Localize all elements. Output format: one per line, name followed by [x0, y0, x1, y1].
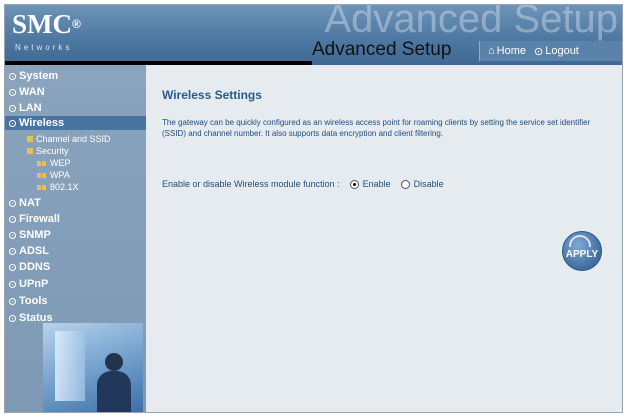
bullet-icon [9, 119, 16, 127]
sidebar-item-lan[interactable]: LAN [9, 101, 42, 115]
double-bullet-icon [37, 172, 47, 178]
logo-subtitle: Networks [15, 43, 73, 52]
header: SMC® Networks Advanced Setup Advanced Se… [5, 5, 622, 65]
router-admin-window: SMC® Networks Advanced Setup Advanced Se… [4, 4, 623, 413]
enable-radio-label: Enable [362, 179, 391, 189]
bullet-icon [9, 280, 16, 288]
wireless-module-row: Enable or disable Wireless module functi… [162, 179, 454, 189]
sidebar-item-label: Firewall [19, 213, 60, 225]
logout-link[interactable]: ⊙ Logout [534, 45, 579, 58]
photo-person-body [97, 371, 131, 412]
enable-radio[interactable] [349, 179, 359, 189]
page-title: Wireless Settings [162, 88, 262, 102]
sidebar-item-wireless[interactable]: Wireless [5, 116, 146, 130]
bullet-icon [9, 88, 16, 96]
sidebar-item-firewall[interactable]: Firewall [9, 212, 60, 226]
submenu-8021x[interactable]: 802.1X [37, 182, 79, 192]
apply-ring-icon [569, 235, 591, 247]
sidebar-item-label: UPnP [19, 278, 49, 290]
square-bullet-icon [27, 148, 33, 154]
submenu-label: WPA [50, 170, 70, 180]
double-bullet-icon [37, 184, 47, 190]
submenu-label: Security [36, 146, 69, 156]
sidebar-item-nat[interactable]: NAT [9, 196, 41, 210]
square-bullet-icon [27, 136, 33, 142]
bullet-icon [9, 297, 16, 305]
sidebar-item-label: WAN [19, 86, 45, 98]
logout-label: Logout [545, 45, 579, 57]
sidebar-item-label: NAT [19, 197, 41, 209]
header-watermark: Advanced Setup [324, 4, 618, 41]
submenu-wpa[interactable]: WPA [37, 170, 70, 180]
sidebar-item-label: LAN [19, 102, 42, 114]
sidebar-item-snmp[interactable]: SNMP [9, 228, 51, 242]
sidebar-item-system[interactable]: System [9, 69, 58, 83]
bullet-icon [9, 263, 16, 271]
sidebar: System WAN LAN Wireless Channel and SSID… [5, 65, 146, 412]
sidebar-item-adsl[interactable]: ADSL [9, 244, 49, 258]
sidebar-item-label: System [19, 70, 59, 82]
page-description: The gateway can be quickly configured as… [162, 118, 591, 138]
submenu-label: WEP [50, 158, 71, 168]
sidebar-photo [43, 323, 143, 412]
sidebar-item-upnp[interactable]: UPnP [9, 277, 48, 291]
bullet-icon [9, 231, 16, 239]
main-content: Wireless Settings The gateway can be qui… [146, 65, 622, 412]
disable-radio-label: Disable [413, 179, 444, 189]
home-link[interactable]: ⌂ Home [488, 45, 526, 57]
sidebar-item-label: DDNS [19, 261, 51, 273]
bullet-icon [9, 104, 16, 112]
submenu-label: Channel and SSID [36, 134, 111, 144]
sidebar-item-label: Wireless [19, 117, 65, 129]
page-header-title: Advanced Setup [312, 39, 452, 60]
apply-label: APPLY [565, 248, 599, 260]
photo-person-head [105, 353, 123, 371]
smc-logo: SMC® [12, 9, 81, 39]
sidebar-item-ddns[interactable]: DDNS [9, 260, 50, 274]
bullet-icon [9, 199, 16, 207]
bullet-icon [9, 215, 16, 223]
sidebar-item-tools[interactable]: Tools [9, 294, 48, 308]
sidebar-item-label: Tools [19, 295, 48, 307]
bullet-icon [9, 314, 16, 322]
photo-window [55, 331, 85, 401]
disable-radio[interactable] [400, 179, 410, 189]
power-icon: ⊙ [534, 45, 544, 58]
apply-button[interactable]: APPLY [562, 231, 602, 271]
submenu-channel-ssid[interactable]: Channel and SSID [27, 134, 111, 144]
submenu-security[interactable]: Security [27, 146, 69, 156]
double-bullet-icon [37, 160, 47, 166]
sidebar-item-wan[interactable]: WAN [9, 85, 45, 99]
bullet-icon [9, 247, 16, 255]
sidebar-item-label: ADSL [19, 245, 49, 257]
sidebar-item-label: SNMP [19, 229, 51, 241]
home-icon: ⌂ [488, 45, 495, 57]
home-label: Home [496, 45, 526, 57]
bullet-icon [9, 72, 16, 80]
submenu-wep[interactable]: WEP [37, 158, 71, 168]
header-nav: ⌂ Home ⊙ Logout [479, 41, 622, 61]
wireless-module-label: Enable or disable Wireless module functi… [162, 179, 340, 189]
submenu-label: 802.1X [50, 182, 79, 192]
